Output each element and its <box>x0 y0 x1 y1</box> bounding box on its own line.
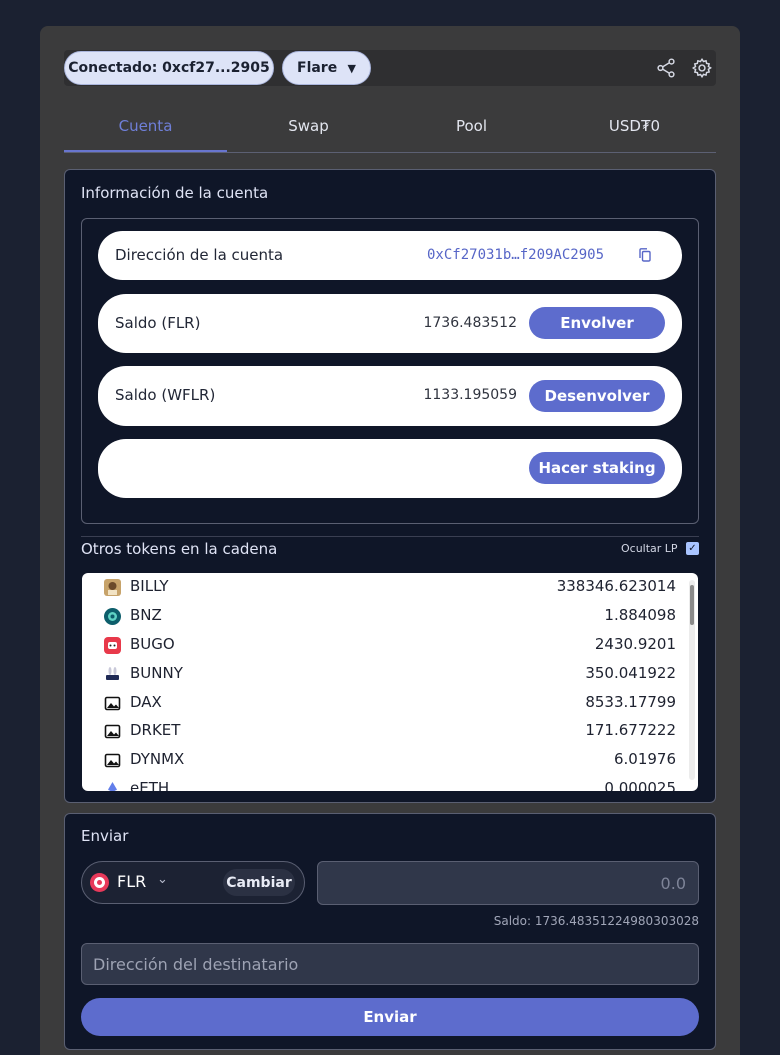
tab-usdt0[interactable]: USD₮0 <box>553 100 716 152</box>
token-name: DRKET <box>130 721 181 739</box>
network-label: Flare <box>297 60 338 76</box>
amount-input[interactable] <box>317 861 699 905</box>
token-list[interactable]: BILLY 338346.623014 BNZ 1.884098 BUGO 24… <box>82 573 698 791</box>
tab-divider <box>64 152 716 153</box>
send-title: Enviar <box>81 827 129 845</box>
hide-lp-label: Ocultar LP <box>621 542 678 555</box>
token-balance: 2430.9201 <box>594 635 676 653</box>
token-row[interactable]: DAX 8533.17799 <box>82 689 682 718</box>
token-balance: 350.041922 <box>585 664 676 682</box>
token-balance: 171.677222 <box>585 721 676 739</box>
token-name: BUGO <box>130 635 175 653</box>
image-placeholder-icon <box>104 695 121 712</box>
tab-label: Swap <box>288 117 329 135</box>
tab-label: Pool <box>455 117 488 135</box>
stake-row: Hacer staking <box>98 439 682 498</box>
image-placeholder-icon <box>104 723 121 740</box>
token-row[interactable]: DRKET 171.677222 <box>82 717 682 746</box>
token-row[interactable]: BILLY 338346.623014 <box>82 573 682 602</box>
balance-flr-value: 1736.483512 <box>423 315 517 331</box>
tab-swap[interactable]: Swap <box>227 100 390 152</box>
change-token-button[interactable]: Cambiar <box>223 869 295 896</box>
stake-button-label: Hacer staking <box>538 459 656 477</box>
token-name: BILLY <box>130 577 169 595</box>
flare-token-icon <box>90 873 109 892</box>
billy-token-icon <box>104 579 121 596</box>
chevron-down-icon[interactable]: ⌄ <box>157 872 168 887</box>
unwrap-button[interactable]: Desenvolver <box>529 380 665 412</box>
bunny-token-icon <box>104 666 121 683</box>
stake-button[interactable]: Hacer staking <box>529 452 665 484</box>
tab-pool[interactable]: Pool <box>390 100 553 152</box>
token-name: eETH <box>130 779 170 791</box>
token-list-scroll-thumb[interactable] <box>690 585 694 625</box>
selected-token-label: FLR <box>117 872 147 891</box>
token-name: BUNNY <box>130 664 183 682</box>
balance-wflr-value: 1133.195059 <box>423 387 517 403</box>
token-row[interactable]: BUGO 2430.9201 <box>82 631 682 660</box>
token-balance: 1.884098 <box>604 606 676 624</box>
send-balance-note: Saldo: 1736.48351224980303028 <box>493 914 699 928</box>
share-icon[interactable] <box>655 57 677 79</box>
token-row[interactable]: DYNMX 6.01976 <box>82 746 682 775</box>
token-balance: 338346.623014 <box>556 577 676 595</box>
balance-wflr-label: Saldo (WFLR) <box>115 386 216 404</box>
wrap-button[interactable]: Envolver <box>529 307 665 339</box>
token-name: DYNMX <box>130 750 185 768</box>
ethereum-icon <box>104 781 121 791</box>
copy-icon[interactable] <box>638 247 652 263</box>
caret-down-icon: ▼ <box>347 61 356 75</box>
bnz-token-icon <box>104 608 121 625</box>
network-select[interactable]: Flare ▼ <box>282 51 371 85</box>
tab-label: Cuenta <box>118 117 173 135</box>
connected-wallet-button[interactable]: Conectado: 0xcf27...2905 <box>64 51 274 85</box>
gear-icon[interactable] <box>691 57 713 79</box>
image-placeholder-icon <box>104 752 121 769</box>
active-tab-indicator <box>64 150 227 152</box>
token-row[interactable]: BNZ 1.884098 <box>82 602 682 631</box>
balance-wflr-row: Saldo (WFLR) 1133.195059 Desenvolver <box>98 366 682 426</box>
token-name: BNZ <box>130 606 162 624</box>
unwrap-button-label: Desenvolver <box>544 387 650 405</box>
connected-wallet-label: Conectado: 0xcf27...2905 <box>68 60 270 76</box>
token-name: DAX <box>130 693 162 711</box>
tab-label: USD₮0 <box>608 117 661 135</box>
token-balance: 8533.17799 <box>585 693 676 711</box>
account-info-title: Información de la cuenta <box>81 184 269 202</box>
address-value[interactable]: 0xCf27031b…f209AC2905 <box>427 247 604 263</box>
token-row[interactable]: eETH 0.000025 <box>82 775 682 791</box>
bugo-token-icon <box>104 637 121 654</box>
address-label: Dirección de la cuenta <box>115 246 284 264</box>
send-button[interactable]: Enviar <box>81 998 699 1036</box>
token-balance: 0.000025 <box>604 779 676 791</box>
recipient-address-input[interactable] <box>81 943 699 985</box>
hide-lp-checkbox[interactable]: ✓ <box>686 542 699 555</box>
token-row[interactable]: BUNNY 350.041922 <box>82 660 682 689</box>
balance-flr-label: Saldo (FLR) <box>115 314 201 332</box>
address-row: Dirección de la cuenta 0xCf27031b…f209AC… <box>98 231 682 280</box>
other-tokens-title: Otros tokens en la cadena <box>81 540 278 558</box>
change-button-label: Cambiar <box>226 874 292 891</box>
token-balance: 6.01976 <box>613 750 676 768</box>
balance-flr-row: Saldo (FLR) 1736.483512 Envolver <box>98 294 682 353</box>
section-divider <box>81 536 699 537</box>
send-button-label: Enviar <box>363 1008 417 1026</box>
tab-cuenta[interactable]: Cuenta <box>64 100 227 152</box>
wrap-button-label: Envolver <box>560 314 634 332</box>
